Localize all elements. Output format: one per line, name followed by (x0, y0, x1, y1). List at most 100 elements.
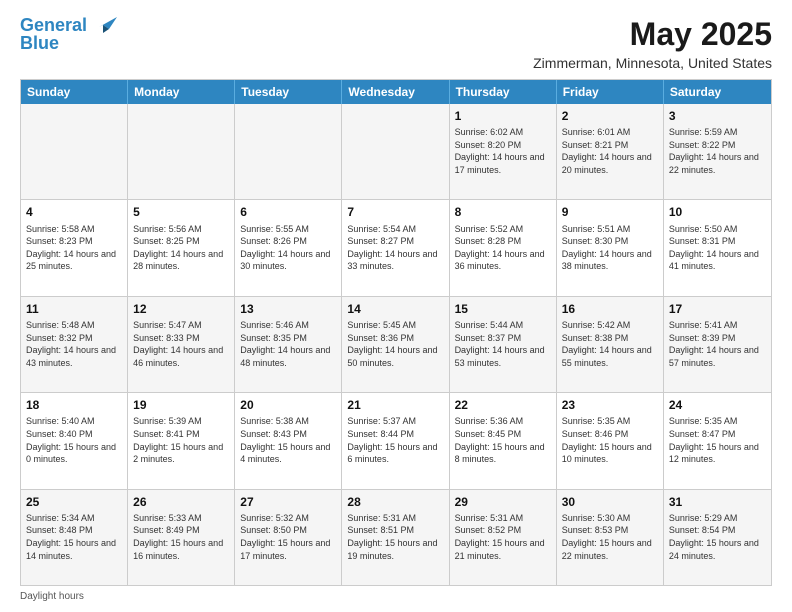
calendar-cell: 15 Sunrise: 5:44 AM Sunset: 8:37 PM Dayli… (450, 297, 557, 392)
calendar-cell: 8Sunrise: 5:52 AM Sunset: 8:28 PM Daylig… (450, 200, 557, 295)
calendar-cell: 7Sunrise: 5:54 AM Sunset: 8:27 PM Daylig… (342, 200, 449, 295)
cell-info: Sunrise: 5:56 AM Sunset: 8:25 PM Dayligh… (133, 223, 229, 273)
calendar-cell: 13 Sunrise: 5:46 AM Sunset: 8:35 PM Dayli… (235, 297, 342, 392)
day-number: 6 (240, 204, 336, 220)
day-number: 16 (562, 301, 658, 317)
calendar-row: 25 Sunrise: 5:34 AM Sunset: 8:48 PM Dayli… (21, 490, 771, 585)
calendar-cell: 31 Sunrise: 5:29 AM Sunset: 8:54 PM Dayli… (664, 490, 771, 585)
subtitle: Zimmerman, Minnesota, United States (533, 55, 772, 71)
logo-icon (89, 13, 119, 35)
header-friday: Friday (557, 80, 664, 104)
calendar-cell: 18Sunrise: 5:40 AM Sunset: 8:40 PM Dayli… (21, 393, 128, 488)
calendar-cell: 30Sunrise: 5:30 AM Sunset: 8:53 PM Dayli… (557, 490, 664, 585)
calendar-cell: 27Sunrise: 5:32 AM Sunset: 8:50 PM Dayli… (235, 490, 342, 585)
calendar-cell: 20 Sunrise: 5:38 AM Sunset: 8:43 PM Dayli… (235, 393, 342, 488)
calendar-cell: 29 Sunrise: 5:31 AM Sunset: 8:52 PM Dayli… (450, 490, 557, 585)
cell-info: Sunrise: 5:39 AM Sunset: 8:41 PM Dayligh… (133, 415, 229, 465)
header-tuesday: Tuesday (235, 80, 342, 104)
cell-info: Sunrise: 5:36 AM Sunset: 8:45 PM Dayligh… (455, 415, 551, 465)
cell-info: Sunrise: 5:42 AM Sunset: 8:38 PM Dayligh… (562, 319, 658, 369)
calendar-cell: 11 Sunrise: 5:48 AM Sunset: 8:32 PM Dayli… (21, 297, 128, 392)
day-number: 24 (669, 397, 766, 413)
main-title: May 2025 (533, 16, 772, 53)
calendar-cell (21, 104, 128, 199)
calendar-cell: 16 Sunrise: 5:42 AM Sunset: 8:38 PM Dayli… (557, 297, 664, 392)
title-block: May 2025 Zimmerman, Minnesota, United St… (533, 16, 772, 71)
cell-info: Sunrise: 5:41 AM Sunset: 8:39 PM Dayligh… (669, 319, 766, 369)
day-number: 10 (669, 204, 766, 220)
day-number: 4 (26, 204, 122, 220)
calendar-cell: 17Sunrise: 5:41 AM Sunset: 8:39 PM Dayli… (664, 297, 771, 392)
day-number: 19 (133, 397, 229, 413)
cell-info: Sunrise: 5:35 AM Sunset: 8:46 PM Dayligh… (562, 415, 658, 465)
day-number: 12 (133, 301, 229, 317)
cell-info: Sunrise: 5:38 AM Sunset: 8:43 PM Dayligh… (240, 415, 336, 465)
cell-info: Sunrise: 5:46 AM Sunset: 8:35 PM Dayligh… (240, 319, 336, 369)
cell-info: Sunrise: 5:44 AM Sunset: 8:37 PM Dayligh… (455, 319, 551, 369)
cell-info: Sunrise: 5:40 AM Sunset: 8:40 PM Dayligh… (26, 415, 122, 465)
header-sunday: Sunday (21, 80, 128, 104)
cell-info: Sunrise: 5:55 AM Sunset: 8:26 PM Dayligh… (240, 223, 336, 273)
calendar-row: 11 Sunrise: 5:48 AM Sunset: 8:32 PM Dayli… (21, 297, 771, 393)
calendar-row: 18Sunrise: 5:40 AM Sunset: 8:40 PM Dayli… (21, 393, 771, 489)
day-number: 28 (347, 494, 443, 510)
cell-info: Sunrise: 5:32 AM Sunset: 8:50 PM Dayligh… (240, 512, 336, 562)
calendar-cell: 14Sunrise: 5:45 AM Sunset: 8:36 PM Dayli… (342, 297, 449, 392)
calendar-cell (128, 104, 235, 199)
calendar-cell: 21 Sunrise: 5:37 AM Sunset: 8:44 PM Dayli… (342, 393, 449, 488)
calendar-row: 1Sunrise: 6:02 AM Sunset: 8:20 PM Daylig… (21, 104, 771, 200)
cell-info: Sunrise: 5:58 AM Sunset: 8:23 PM Dayligh… (26, 223, 122, 273)
day-number: 7 (347, 204, 443, 220)
calendar: Sunday Monday Tuesday Wednesday Thursday… (20, 79, 772, 586)
header: General Blue May 2025 Zimmerman, Minneso… (20, 16, 772, 71)
cell-info: Sunrise: 5:47 AM Sunset: 8:33 PM Dayligh… (133, 319, 229, 369)
cell-info: Sunrise: 6:02 AM Sunset: 8:20 PM Dayligh… (455, 126, 551, 176)
day-number: 29 (455, 494, 551, 510)
header-monday: Monday (128, 80, 235, 104)
cell-info: Sunrise: 5:31 AM Sunset: 8:52 PM Dayligh… (455, 512, 551, 562)
calendar-cell: 10 Sunrise: 5:50 AM Sunset: 8:31 PM Dayli… (664, 200, 771, 295)
calendar-body: 1Sunrise: 6:02 AM Sunset: 8:20 PM Daylig… (21, 104, 771, 585)
calendar-cell: 6 Sunrise: 5:55 AM Sunset: 8:26 PM Daylig… (235, 200, 342, 295)
calendar-cell (342, 104, 449, 199)
cell-info: Sunrise: 5:45 AM Sunset: 8:36 PM Dayligh… (347, 319, 443, 369)
header-saturday: Saturday (664, 80, 771, 104)
day-number: 3 (669, 108, 766, 124)
day-number: 30 (562, 494, 658, 510)
cell-info: Sunrise: 5:29 AM Sunset: 8:54 PM Dayligh… (669, 512, 766, 562)
calendar-row: 4 Sunrise: 5:58 AM Sunset: 8:23 PM Daylig… (21, 200, 771, 296)
day-number: 31 (669, 494, 766, 510)
cell-info: Sunrise: 5:50 AM Sunset: 8:31 PM Dayligh… (669, 223, 766, 273)
page: General Blue May 2025 Zimmerman, Minneso… (0, 0, 792, 612)
day-number: 13 (240, 301, 336, 317)
logo: General Blue (20, 16, 119, 54)
cell-info: Sunrise: 5:34 AM Sunset: 8:48 PM Dayligh… (26, 512, 122, 562)
calendar-cell: 26Sunrise: 5:33 AM Sunset: 8:49 PM Dayli… (128, 490, 235, 585)
calendar-cell: 25 Sunrise: 5:34 AM Sunset: 8:48 PM Dayli… (21, 490, 128, 585)
cell-info: Sunrise: 5:48 AM Sunset: 8:32 PM Dayligh… (26, 319, 122, 369)
day-number: 11 (26, 301, 122, 317)
calendar-cell: 4 Sunrise: 5:58 AM Sunset: 8:23 PM Daylig… (21, 200, 128, 295)
cell-info: Sunrise: 5:37 AM Sunset: 8:44 PM Dayligh… (347, 415, 443, 465)
calendar-cell: 9Sunrise: 5:51 AM Sunset: 8:30 PM Daylig… (557, 200, 664, 295)
calendar-cell: 24Sunrise: 5:35 AM Sunset: 8:47 PM Dayli… (664, 393, 771, 488)
footer-note: Daylight hours (20, 591, 772, 602)
day-number: 22 (455, 397, 551, 413)
day-number: 15 (455, 301, 551, 317)
cell-info: Sunrise: 6:01 AM Sunset: 8:21 PM Dayligh… (562, 126, 658, 176)
calendar-cell: 22 Sunrise: 5:36 AM Sunset: 8:45 PM Dayli… (450, 393, 557, 488)
day-number: 20 (240, 397, 336, 413)
day-number: 23 (562, 397, 658, 413)
calendar-cell: 3 Sunrise: 5:59 AM Sunset: 8:22 PM Daylig… (664, 104, 771, 199)
cell-info: Sunrise: 5:31 AM Sunset: 8:51 PM Dayligh… (347, 512, 443, 562)
cell-info: Sunrise: 5:59 AM Sunset: 8:22 PM Dayligh… (669, 126, 766, 176)
calendar-cell: 1Sunrise: 6:02 AM Sunset: 8:20 PM Daylig… (450, 104, 557, 199)
day-number: 8 (455, 204, 551, 220)
day-number: 21 (347, 397, 443, 413)
calendar-cell: 5Sunrise: 5:56 AM Sunset: 8:25 PM Daylig… (128, 200, 235, 295)
day-number: 25 (26, 494, 122, 510)
calendar-header: Sunday Monday Tuesday Wednesday Thursday… (21, 80, 771, 104)
calendar-cell: 2Sunrise: 6:01 AM Sunset: 8:21 PM Daylig… (557, 104, 664, 199)
day-number: 9 (562, 204, 658, 220)
calendar-cell: 23 Sunrise: 5:35 AM Sunset: 8:46 PM Dayli… (557, 393, 664, 488)
